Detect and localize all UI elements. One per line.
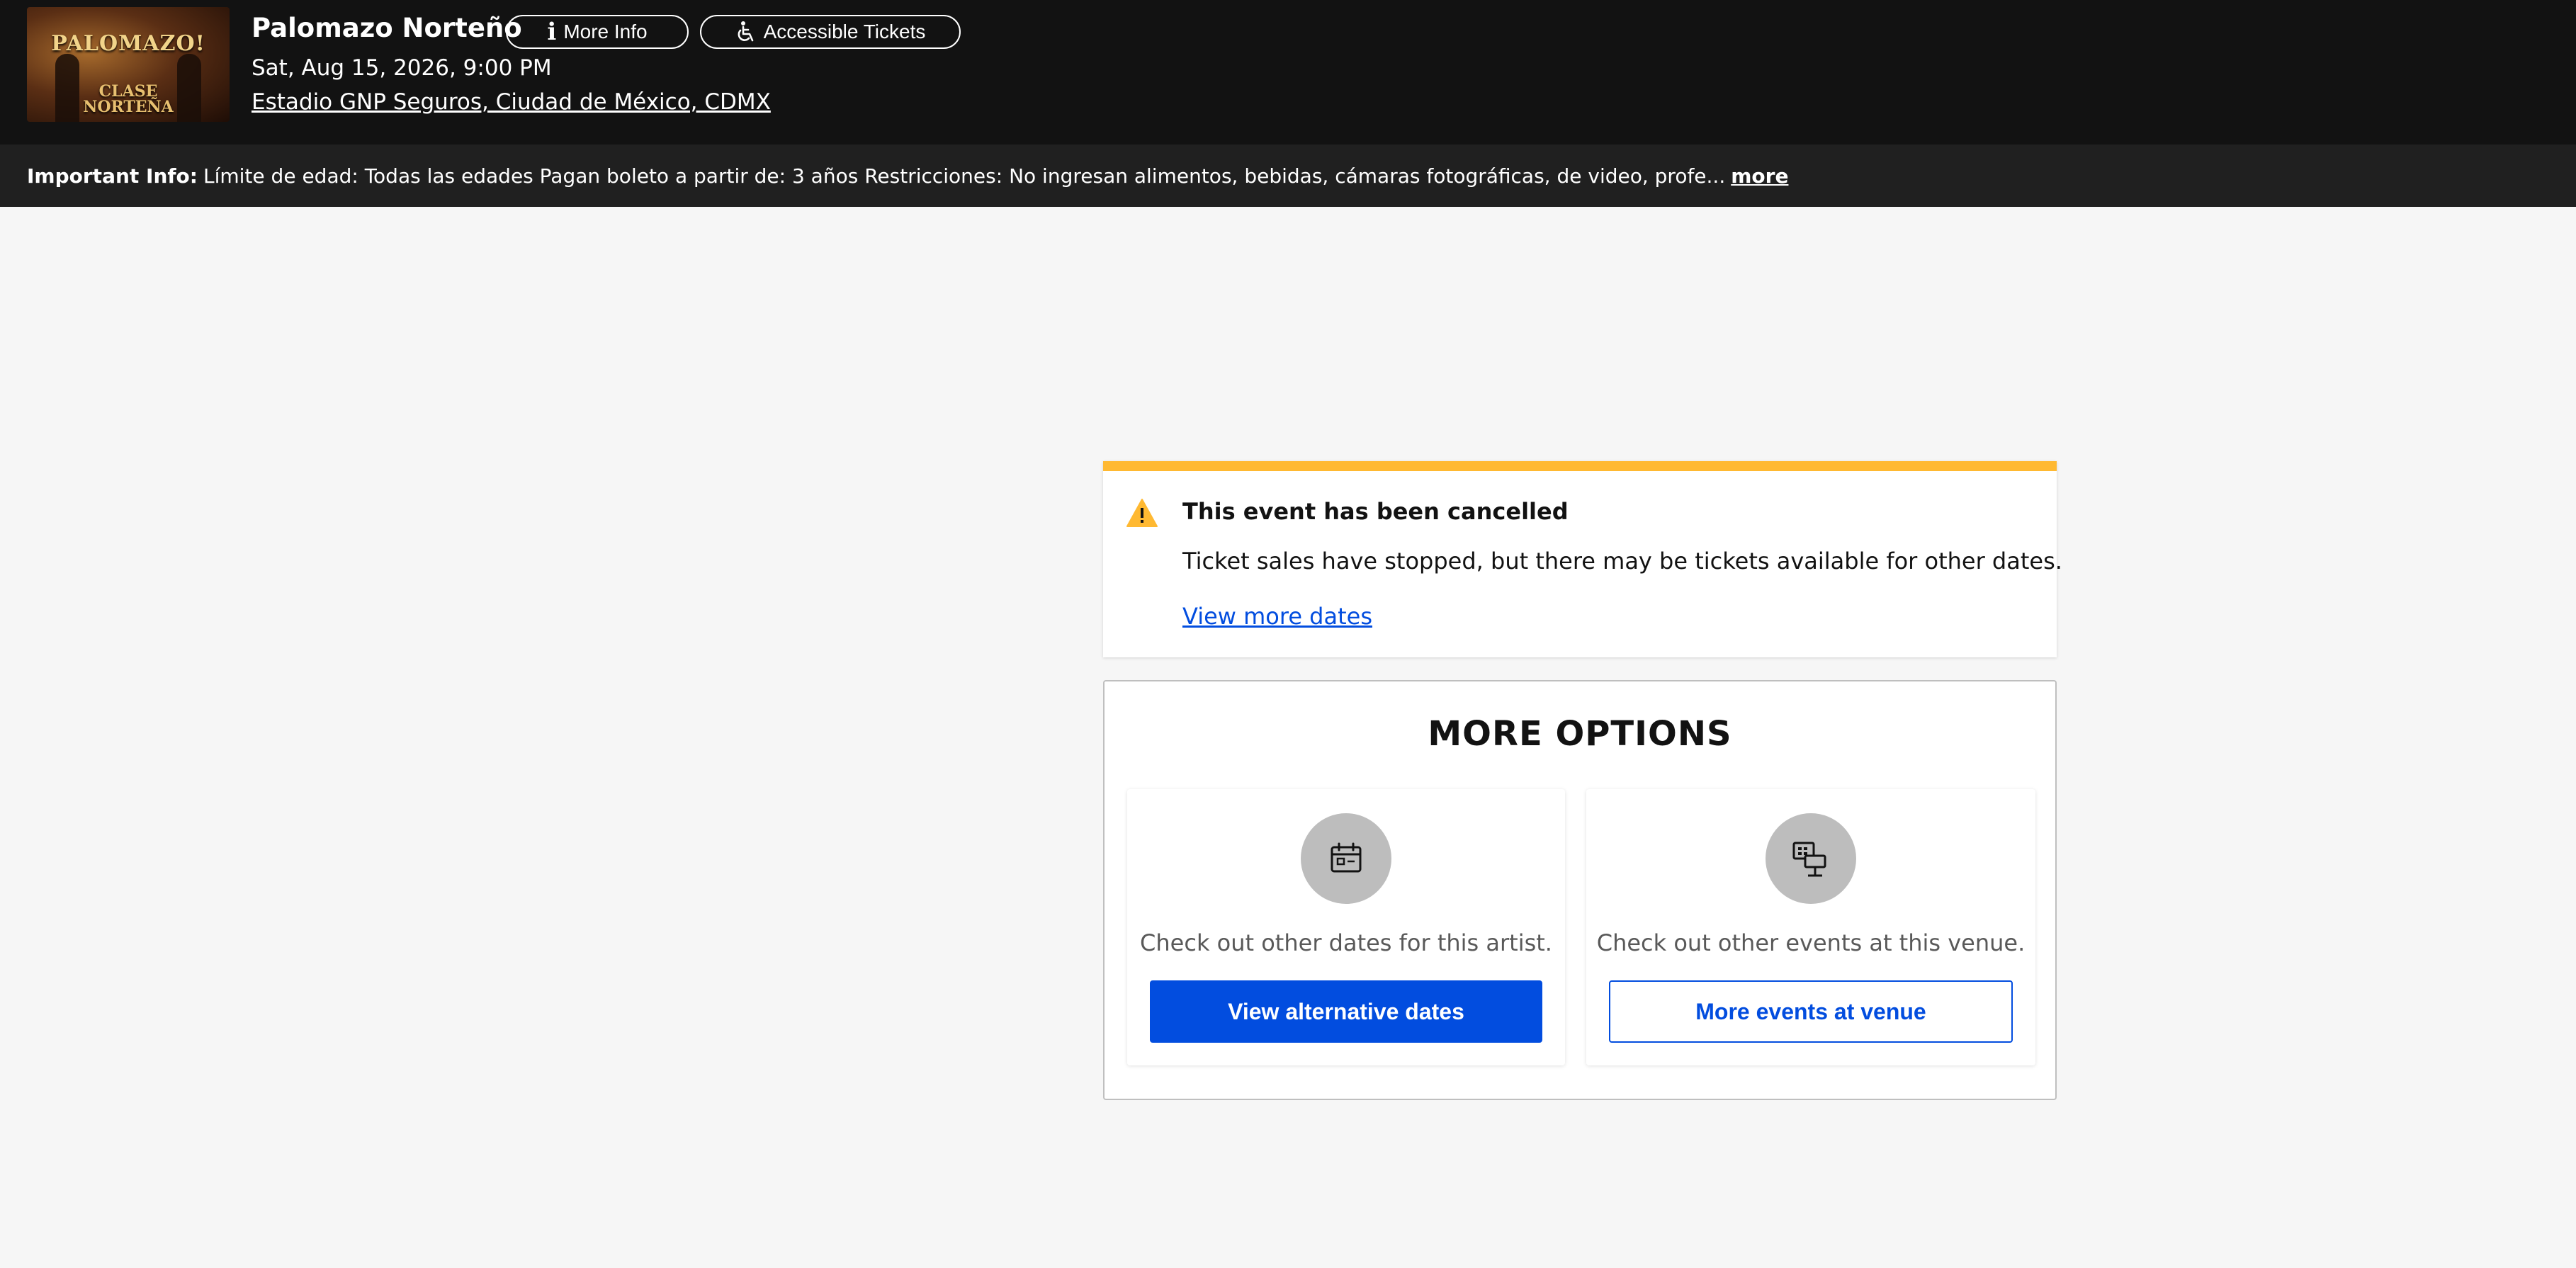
- more-options-panel: MORE OPTIONS Check out other dates for t…: [1103, 680, 2057, 1100]
- calendar-icon-circle: [1301, 813, 1391, 904]
- event-date: Sat, Aug 15, 2026, 9:00 PM: [252, 55, 552, 81]
- event-header: PALOMAZO! CLASE NORTEÑA Palomazo Norteño…: [0, 0, 2576, 145]
- thumbnail-title: PALOMAZO!: [51, 31, 205, 56]
- important-info-text: Límite de edad: Todas las edades Pagan b…: [203, 164, 1726, 188]
- option-card-text: Check out other events at this venue.: [1596, 929, 2026, 956]
- alert-title: This event has been cancelled: [1182, 498, 1569, 525]
- warning-icon: [1126, 499, 1158, 527]
- option-card-text: Check out other dates for this artist.: [1140, 929, 1552, 956]
- view-more-dates-link[interactable]: View more dates: [1182, 603, 1372, 630]
- wheelchair-icon: [738, 21, 753, 42]
- alert-message: Ticket sales have stopped, but there may…: [1182, 548, 2062, 574]
- more-events-at-venue-button[interactable]: More events at venue: [1609, 980, 2013, 1043]
- thumbnail-subtitle-line1: CLASE: [98, 82, 158, 101]
- thumbnail-subtitle: CLASE NORTEÑA: [27, 84, 230, 115]
- venue-icon-circle: [1766, 813, 1856, 904]
- view-alternative-dates-button[interactable]: View alternative dates: [1150, 980, 1542, 1043]
- accessible-tickets-label: Accessible Tickets: [763, 21, 926, 43]
- option-card-venue-events: Check out other events at this venue. Mo…: [1586, 789, 2035, 1065]
- important-info-more-link[interactable]: more: [1731, 164, 1788, 188]
- venue-link[interactable]: Estadio GNP Seguros, Ciudad de México, C…: [252, 89, 771, 115]
- event-title: Palomazo Norteño: [252, 13, 522, 43]
- more-info-button[interactable]: i More Info: [506, 15, 689, 49]
- accessible-tickets-button[interactable]: Accessible Tickets: [700, 15, 961, 49]
- event-thumbnail: PALOMAZO! CLASE NORTEÑA: [27, 7, 230, 122]
- more-options-title: MORE OPTIONS: [1428, 714, 1732, 754]
- more-info-label: More Info: [563, 21, 648, 43]
- calendar-icon: [1331, 842, 1362, 873]
- option-card-artist-dates: Check out other dates for this artist. V…: [1127, 789, 1565, 1065]
- venue-seats-icon: [1792, 842, 1826, 877]
- important-info-bar: Important Info: Límite de edad: Todas la…: [0, 145, 2576, 207]
- thumbnail-subtitle-line2: NORTEÑA: [83, 98, 174, 116]
- important-info-label: Important Info:: [27, 164, 198, 188]
- info-icon: i: [547, 18, 557, 46]
- event-cancelled-alert: This event has been cancelled Ticket sal…: [1103, 461, 2062, 657]
